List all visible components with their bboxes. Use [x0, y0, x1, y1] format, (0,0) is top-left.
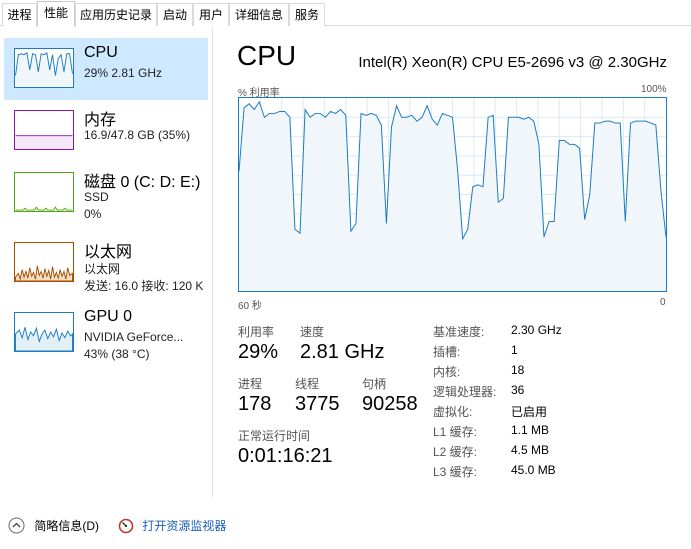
uptime-value: 0:01:16:21 — [238, 445, 333, 467]
spec-value: 已启用 — [511, 405, 548, 419]
sidebar-item-gpu[interactable]: GPU 0 NVIDIA GeForce... 43% (38 °C) — [4, 302, 208, 364]
sidebar-item-title: GPU 0 — [84, 308, 133, 325]
graph-label-now: 0 — [660, 297, 666, 308]
chevron-up-icon — [8, 517, 25, 534]
spec-label: 逻辑处理器: — [433, 385, 497, 399]
ethernet-thumbnail-graph — [14, 242, 74, 282]
sidebar-item-title: 以太网 — [84, 244, 133, 261]
sidebar-item-detail: NVIDIA GeForce... — [84, 330, 184, 344]
spec-value: 1 — [511, 343, 518, 357]
fewer-details-button[interactable]: 简略信息(D) — [8, 517, 99, 534]
sidebar-item-title: 内存 — [84, 112, 117, 129]
tab-app-history[interactable]: 应用历史记录 — [75, 3, 157, 26]
disk-thumbnail-graph — [14, 172, 74, 212]
threads-label: 线程 — [295, 377, 320, 391]
open-resource-monitor-label: 打开资源监视器 — [142, 519, 227, 533]
graph-label-max: 100% — [641, 84, 667, 95]
spec-value: 36 — [511, 383, 525, 397]
tab-users[interactable]: 用户 — [193, 3, 229, 26]
handles-label: 句柄 — [362, 377, 387, 391]
tab-bar: 进程 性能 应用历史记录 启动 用户 详细信息 服务 — [0, 0, 691, 27]
sidebar-item-detail: 29% 2.81 GHz — [84, 66, 163, 80]
resource-sidebar: CPU 29% 2.81 GHz 内存 16.9/47.8 GB (35%) 磁… — [0, 27, 213, 497]
open-resource-monitor-link[interactable]: 打开资源监视器 — [118, 517, 226, 534]
gpu-thumbnail-graph — [14, 312, 74, 352]
uptime-label: 正常运行时间 — [238, 429, 311, 443]
sidebar-item-detail: 以太网 — [84, 262, 121, 276]
spec-label: 虚拟化: — [433, 405, 473, 419]
tab-performance[interactable]: 性能 — [37, 1, 75, 27]
tab-services[interactable]: 服务 — [289, 3, 325, 26]
speed-label: 速度 — [300, 325, 325, 339]
sidebar-item-detail-2: 发送: 16.0 接收: 120 K — [84, 279, 204, 293]
spec-label: 基准速度: — [433, 325, 485, 339]
cpu-utilization-graph — [238, 97, 667, 292]
fewer-details-label: 简略信息(D) — [34, 519, 100, 533]
tab-details[interactable]: 详细信息 — [229, 3, 289, 26]
tab-startup[interactable]: 启动 — [157, 3, 193, 26]
processes-label: 进程 — [238, 377, 263, 391]
spec-label: 插槽: — [433, 345, 461, 359]
spec-label: L2 缓存: — [433, 445, 478, 459]
footer-bar: 简略信息(D) 打开资源监视器 — [0, 497, 691, 549]
cpu-model-name: Intel(R) Xeon(R) CPU E5-2696 v3 @ 2.30GH… — [358, 54, 667, 71]
cpu-thumbnail-graph — [14, 48, 74, 88]
sidebar-item-detail-2: 43% (38 °C) — [84, 347, 150, 361]
tab-processes[interactable]: 进程 — [2, 3, 37, 26]
spec-value: 2.30 GHz — [511, 323, 562, 337]
sidebar-item-detail: SSD — [84, 190, 109, 204]
spec-value: 45.0 MB — [511, 463, 556, 477]
utilization-label: 利用率 — [238, 325, 275, 339]
page-title: CPU — [237, 40, 297, 71]
processes-value: 178 — [238, 393, 272, 415]
threads-value: 3775 — [295, 393, 340, 415]
sidebar-item-title: CPU — [84, 44, 118, 61]
spec-value: 4.5 MB — [511, 443, 550, 457]
resource-monitor-icon — [118, 518, 134, 533]
spec-label: L1 缓存: — [433, 425, 478, 439]
sidebar-item-memory[interactable]: 内存 16.9/47.8 GB (35%) — [4, 100, 208, 162]
utilization-value: 29% — [238, 341, 279, 363]
spec-value: 18 — [511, 363, 525, 377]
speed-value: 2.81 GHz — [300, 341, 385, 363]
sidebar-item-disk[interactable]: 磁盘 0 (C: D: E:) SSD 0% — [4, 162, 208, 224]
spec-label: L3 缓存: — [433, 465, 478, 479]
sidebar-item-title: 磁盘 0 (C: D: E:) — [84, 174, 201, 191]
graph-label-time-span: 60 秒 — [238, 301, 262, 312]
sidebar-item-cpu[interactable]: CPU 29% 2.81 GHz — [4, 38, 208, 100]
sidebar-item-detail-2: 0% — [84, 207, 102, 221]
spec-value: 1.1 MB — [511, 423, 550, 437]
spec-label: 内核: — [433, 365, 461, 379]
sidebar-item-ethernet[interactable]: 以太网 以太网 发送: 16.0 接收: 120 K — [4, 232, 208, 294]
handles-value: 90258 — [362, 393, 418, 415]
sidebar-item-detail: 16.9/47.8 GB (35%) — [84, 128, 191, 142]
memory-thumbnail-graph — [14, 110, 74, 150]
